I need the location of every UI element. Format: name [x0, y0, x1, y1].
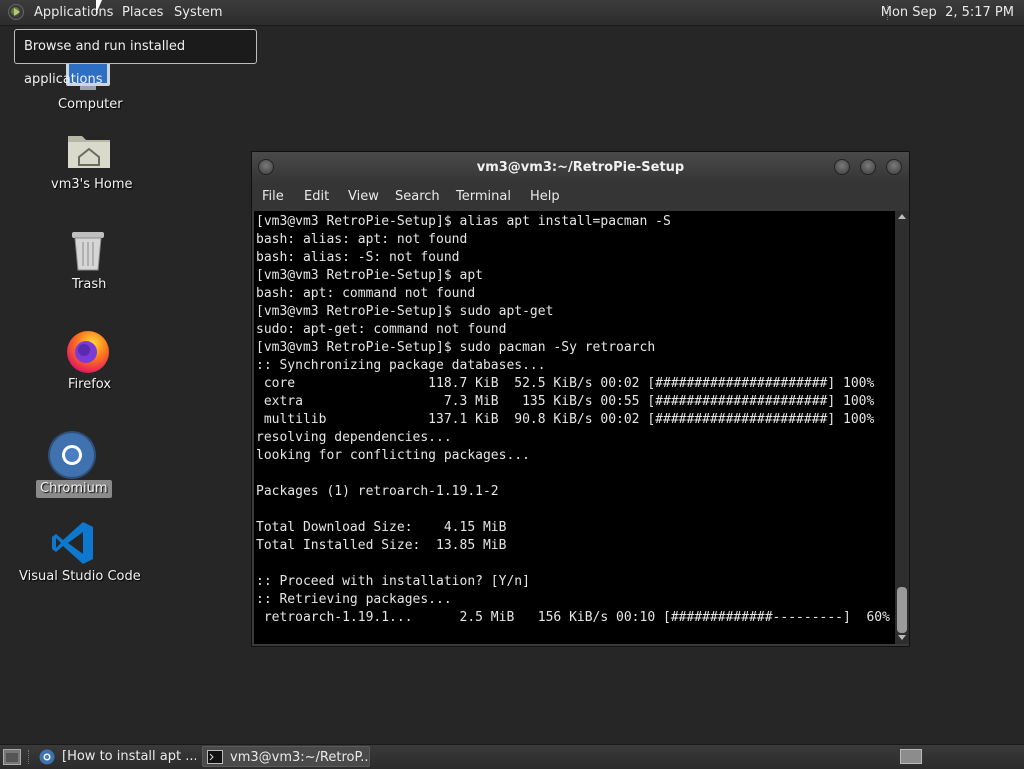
applications-menu-icon[interactable]	[8, 4, 24, 20]
firefox-icon	[67, 331, 109, 373]
mouse-pointer-icon	[96, 0, 108, 14]
minimize-button[interactable]	[834, 159, 850, 175]
taskbar-item-label: [How to install apt ...	[62, 749, 196, 764]
workspace-switcher[interactable]	[900, 749, 922, 764]
menu-search[interactable]: Search	[395, 183, 440, 211]
chromium-icon	[39, 749, 55, 765]
terminal-menubar: File Edit View Search Terminal Help	[252, 183, 909, 211]
desktop-icon-vscode[interactable]: Visual Studio Code	[16, 520, 146, 586]
terminal-icon	[207, 750, 223, 764]
home-folder-icon	[68, 136, 110, 168]
chromium-icon	[48, 431, 96, 479]
menu-file[interactable]: File	[262, 183, 284, 211]
terminal-text: [vm3@vm3 RetroPie-Setup]$ alias apt inst…	[256, 214, 890, 625]
system-menu[interactable]: System	[174, 0, 222, 25]
taskbar-item-terminal[interactable]: vm3@vm3:~/RetroP...	[202, 746, 370, 767]
maximize-button[interactable]	[860, 159, 876, 175]
show-desktop-icon[interactable]	[3, 749, 21, 765]
desktop-icon-chromium[interactable]: Chromium	[36, 430, 136, 500]
scroll-down-arrow-icon[interactable]	[898, 635, 906, 640]
desktop-icon-label: Chromium	[36, 480, 112, 498]
desktop-icon-firefox[interactable]: Firefox	[40, 326, 136, 396]
bottom-panel: [How to install apt ... vm3@vm3:~/RetroP…	[0, 744, 1024, 769]
top-panel: Applications Places System Mon Sep 2, 5:…	[0, 0, 1024, 26]
scrollbar[interactable]	[895, 211, 909, 644]
panel-separator	[28, 750, 29, 764]
window-title: vm3@vm3:~/RetroPie-Setup	[476, 160, 685, 175]
menu-view[interactable]: View	[348, 183, 379, 211]
terminal-window[interactable]: vm3@vm3:~/RetroPie-Setup File Edit View …	[251, 151, 910, 647]
clock[interactable]: Mon Sep 2, 5:17 PM	[881, 0, 1014, 25]
scroll-up-arrow-icon[interactable]	[898, 214, 906, 219]
menu-help[interactable]: Help	[530, 183, 560, 211]
close-button[interactable]	[886, 159, 902, 175]
scrollbar-thumb[interactable]	[897, 587, 907, 633]
desktop-icon-label: Visual Studio Code	[19, 569, 141, 584]
tooltip: Browse and run installed applications	[14, 29, 257, 87]
desktop-icon-label: Computer	[58, 97, 123, 112]
places-menu[interactable]: Places	[122, 0, 163, 25]
trash-icon	[72, 232, 104, 271]
desktop-icon-label: Trash	[72, 277, 107, 292]
vscode-icon	[52, 522, 93, 564]
desktop-icon-home[interactable]: vm3's Home	[40, 128, 136, 198]
menu-terminal[interactable]: Terminal	[456, 183, 511, 211]
taskbar-item-label: vm3@vm3:~/RetroP...	[230, 750, 370, 765]
taskbar-item-browser[interactable]: [How to install apt ...	[36, 746, 196, 767]
window-titlebar[interactable]: vm3@vm3:~/RetroPie-Setup	[252, 152, 909, 183]
desktop-icon-label: vm3's Home	[51, 177, 133, 192]
desktop-icon-trash[interactable]: Trash	[40, 228, 136, 294]
menu-edit[interactable]: Edit	[304, 183, 329, 211]
desktop-icon-label: Firefox	[68, 377, 112, 392]
terminal-output[interactable]: [vm3@vm3 RetroPie-Setup]$ alias apt inst…	[254, 211, 895, 644]
